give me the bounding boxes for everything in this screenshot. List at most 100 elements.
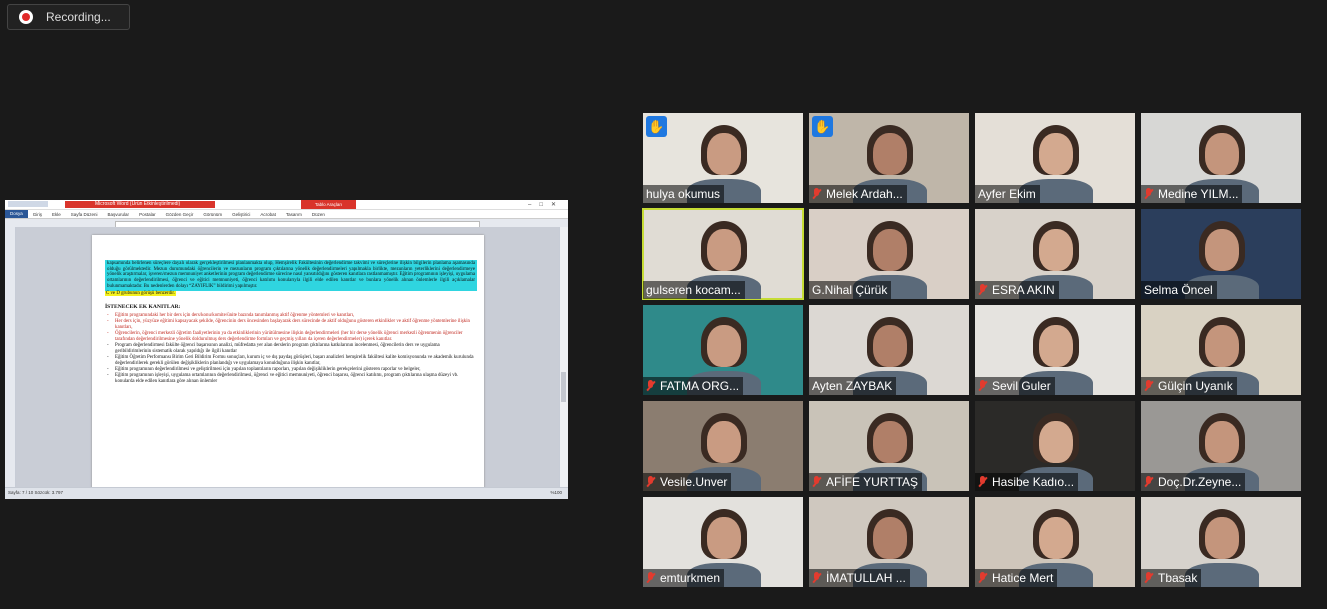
muted-mic-icon	[812, 188, 821, 200]
ribbon-tab-4[interactable]: Başvurular	[103, 212, 135, 217]
participant-name: Hasibe Kadıo...	[992, 475, 1075, 489]
participant-face	[707, 133, 741, 175]
muted-mic-icon	[978, 476, 987, 488]
participant-face	[1205, 325, 1239, 367]
participant-tile[interactable]: Ayfer Ekim	[975, 113, 1135, 203]
participant-name-label: AFİFE YURTTAŞ	[809, 473, 923, 491]
shared-screen: Microsoft Word (Ürün Etkinleştirilmedi) …	[5, 200, 568, 499]
participant-tile[interactable]: Sevil Guler	[975, 305, 1135, 395]
participant-name-label: Medine YILM...	[1141, 185, 1243, 203]
participant-name: Medine YILM...	[1158, 187, 1239, 201]
participant-name: Gülçin Uyanık	[1158, 379, 1233, 393]
context-tab-table-tools: Tablo Araçları	[301, 200, 356, 209]
raised-hand-icon: ✋	[812, 116, 833, 137]
participant-name-label: Hasibe Kadıo...	[975, 473, 1079, 491]
list-item: Her ders için, yüzyüze eğitimi kapsayaca…	[107, 319, 477, 330]
participant-tile[interactable]: ESRA AKIN	[975, 209, 1135, 299]
ribbon-tab-6[interactable]: Gözden Geçir	[161, 212, 199, 217]
participant-tile[interactable]: ✋ hulya okumus	[643, 113, 803, 203]
muted-mic-icon	[1144, 188, 1153, 200]
participant-face	[873, 517, 907, 559]
muted-mic-icon	[978, 380, 987, 392]
participant-name-label: Gülçin Uyanık	[1141, 377, 1237, 395]
participant-name: Ayten ZAYBAK	[812, 379, 893, 393]
participant-name: FATMA ORG...	[660, 379, 740, 393]
participant-tile[interactable]: Ayten ZAYBAK	[809, 305, 969, 395]
participant-tile[interactable]: İMATULLAH ...	[809, 497, 969, 587]
participant-face	[707, 421, 741, 463]
participant-name-label: G.Nihal Çürük	[809, 281, 892, 299]
zoom-level[interactable]: %100	[550, 488, 562, 498]
participant-name-label: Ayfer Ekim	[975, 185, 1040, 203]
muted-mic-icon	[646, 476, 655, 488]
participant-name-label: Doç.Dr.Zeyne...	[1141, 473, 1246, 491]
ribbon-tab-8[interactable]: Geliştirici	[227, 212, 255, 217]
participant-face	[873, 133, 907, 175]
participant-name-label: Vesile.Unver	[643, 473, 732, 491]
participant-tile[interactable]: emturkmen	[643, 497, 803, 587]
ribbon-tab-9[interactable]: Acrobat	[255, 212, 281, 217]
participant-name-label: İMATULLAH ...	[809, 569, 910, 587]
participant-name-label: Hatice Mert	[975, 569, 1058, 587]
window-controls[interactable]: –□✕	[528, 201, 564, 208]
participant-name: Ayfer Ekim	[978, 187, 1036, 201]
document-page: kapsamında belirlenen süreçlere dayalı o…	[92, 235, 484, 495]
participant-tile[interactable]: Medine YILM...	[1141, 113, 1301, 203]
participant-name-label: gulseren kocam...	[643, 281, 745, 299]
ribbon-tab-10[interactable]: Tasarım	[281, 212, 307, 217]
page-count: Sayfa: 7 / 10 Sözcük: 3.797	[8, 490, 64, 495]
participant-face	[707, 229, 741, 271]
participant-name-label: Sevil Guler	[975, 377, 1055, 395]
ribbon-tab-3[interactable]: Sayfa Düzeni	[66, 212, 103, 217]
ribbon-tab-5[interactable]: Postalar	[134, 212, 161, 217]
participant-name: AFİFE YURTTAŞ	[826, 475, 919, 489]
participant-tile[interactable]: gulseren kocam...	[642, 208, 804, 300]
participant-name: ESRA AKIN	[992, 283, 1055, 297]
ribbon-tab-1[interactable]: Giriş	[28, 212, 47, 217]
participant-tile[interactable]: Selma Öncel	[1141, 209, 1301, 299]
participant-name: Sevil Guler	[992, 379, 1051, 393]
participant-name: İMATULLAH ...	[826, 571, 906, 585]
participant-face	[873, 325, 907, 367]
participant-tile[interactable]: FATMA ORG...	[643, 305, 803, 395]
recording-indicator[interactable]: Recording...	[7, 4, 130, 30]
evidence-list: Eğitim programındaki her bir ders için d…	[105, 313, 477, 384]
ribbon-tab-11[interactable]: Düzen	[307, 212, 330, 217]
highlighted-note: C ve D grubunun görüşü benzerdir.	[105, 290, 176, 297]
participant-name-label: emturkmen	[643, 569, 725, 587]
ribbon-tab-0[interactable]: Dosya	[5, 210, 28, 218]
participant-face	[707, 517, 741, 559]
muted-mic-icon	[1144, 380, 1153, 392]
raised-hand-icon: ✋	[646, 116, 667, 137]
participant-tile[interactable]: AFİFE YURTTAŞ	[809, 401, 969, 491]
participant-face	[1205, 133, 1239, 175]
participant-tile[interactable]: Doç.Dr.Zeyne...	[1141, 401, 1301, 491]
participant-tile[interactable]: G.Nihal Çürük	[809, 209, 969, 299]
participant-face	[1039, 229, 1073, 271]
participant-tile[interactable]: Vesile.Unver	[643, 401, 803, 491]
ribbon-tab-7[interactable]: Görünüm	[198, 212, 227, 217]
participant-tile[interactable]: Gülçin Uyanık	[1141, 305, 1301, 395]
word-title-bar: Microsoft Word (Ürün Etkinleştirilmedi) …	[5, 200, 568, 210]
participant-name: Vesile.Unver	[660, 475, 728, 489]
muted-mic-icon	[978, 572, 987, 584]
participant-face	[1039, 133, 1073, 175]
participant-name: Doç.Dr.Zeyne...	[1158, 475, 1242, 489]
vertical-scrollbar[interactable]	[559, 227, 568, 488]
participant-face	[1039, 517, 1073, 559]
muted-mic-icon	[646, 380, 655, 392]
participant-name-label: Tbasak	[1141, 569, 1202, 587]
participant-tile[interactable]: Hatice Mert	[975, 497, 1135, 587]
participant-face	[1205, 517, 1239, 559]
participant-tile[interactable]: Hasibe Kadıo...	[975, 401, 1135, 491]
participant-name-label: Selma Öncel	[1141, 281, 1217, 299]
record-icon	[19, 10, 33, 24]
ribbon-tab-2[interactable]: Ekle	[47, 212, 66, 217]
participant-tile[interactable]: ✋ Melek Ardah...	[809, 113, 969, 203]
participant-face	[707, 325, 741, 367]
quick-access-toolbar[interactable]	[8, 201, 48, 207]
participant-name: Hatice Mert	[992, 571, 1054, 585]
participant-name-label: hulya okumus	[643, 185, 725, 203]
participant-face	[1205, 421, 1239, 463]
participant-tile[interactable]: Tbasak	[1141, 497, 1301, 587]
